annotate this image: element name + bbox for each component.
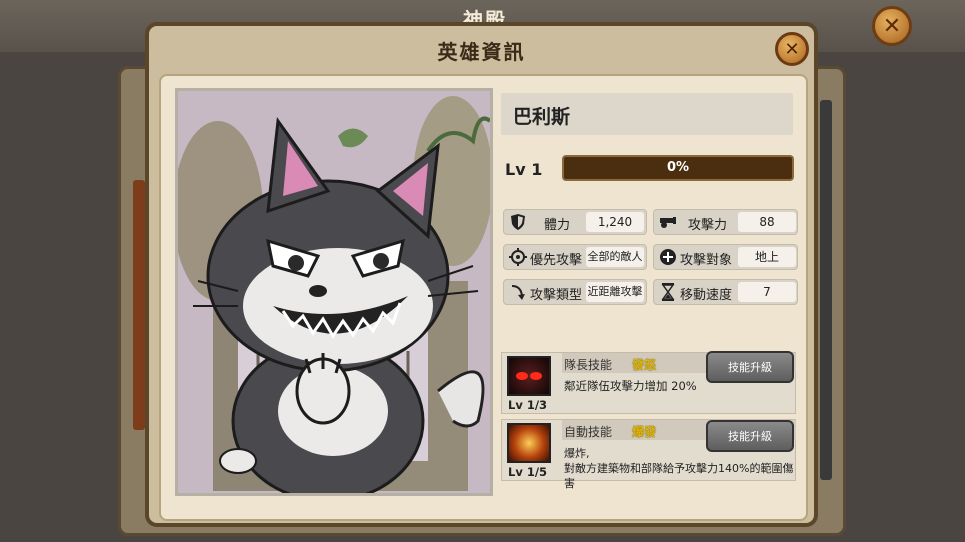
skill-level: Lv 1/3 [508, 398, 548, 412]
exp-progress-bar: 0% [562, 155, 794, 181]
skill-description: 爆炸, 對敵方建築物和部隊給予攻擊力140%的範圍傷害 [564, 447, 794, 490]
hero-level: Lv 1 [505, 160, 543, 179]
skill-name: 發怒 [632, 358, 657, 372]
hero-portrait-image [178, 91, 490, 493]
hero-portrait [175, 88, 493, 496]
skill-level: Lv 1/5 [508, 465, 548, 479]
dialog-title: 英雄資訊 [437, 40, 526, 64]
cannon-icon [658, 212, 678, 232]
hero-info-dialog: 英雄資訊 ✕ 巴利斯 Lv 1 0% 體力 1,240 攻擊力 88 優先攻擊 … [145, 22, 818, 527]
exp-progress-text: 0% [666, 160, 690, 175]
stat-priority-target: 優先攻擊 全部的敵人 [503, 244, 647, 270]
background-close-button[interactable]: ✕ [872, 6, 912, 46]
hero-name: 巴利斯 [513, 106, 571, 128]
stat-value: 全部的敵人 [586, 247, 644, 267]
skill-leader: 隊長技能 發怒 鄰近隊伍攻擊力增加 20% Lv 1/3 技能升級 [501, 351, 796, 414]
stat-value: 7 [738, 282, 796, 302]
dialog-content: 巴利斯 Lv 1 0% 體力 1,240 攻擊力 88 優先攻擊 全部的敵人 攻… [159, 74, 808, 521]
close-button[interactable]: ✕ [775, 32, 809, 66]
background-strip-left [133, 180, 145, 430]
arrow-curve-icon [508, 282, 528, 302]
target-icon [508, 247, 528, 267]
stat-value: 近距離攻擊 [586, 282, 644, 302]
skill-upgrade-button[interactable]: 技能升級 [706, 351, 794, 383]
stat-attack-target: 攻擊對象 地上 [653, 244, 798, 270]
skill-icon-rage [507, 356, 551, 396]
skill-icon-burst [507, 423, 551, 463]
skill-auto: 自動技能 爆發 爆炸, 對敵方建築物和部隊給予攻擊力140%的範圍傷害 Lv 1… [501, 419, 796, 490]
skill-type: 自動技能 [564, 425, 613, 439]
stat-value: 地上 [738, 247, 796, 267]
plus-circle-icon [658, 247, 678, 267]
stat-attack-type: 攻擊類型 近距離攻擊 [503, 279, 647, 305]
skill-name: 爆發 [632, 425, 657, 439]
shield-icon [508, 212, 528, 232]
close-icon: ✕ [784, 38, 800, 60]
skill-upgrade-button[interactable]: 技能升級 [706, 420, 794, 452]
stat-label: 移動速度 [680, 288, 733, 303]
stat-value: 88 [738, 212, 796, 232]
stat-label: 體力 [544, 218, 571, 233]
stat-move-speed: 移動速度 7 [653, 279, 798, 305]
stat-label: 攻擊類型 [530, 288, 583, 303]
stat-label: 攻擊力 [688, 218, 728, 233]
stat-attack: 攻擊力 88 [653, 209, 798, 235]
background-strip-right [820, 100, 832, 480]
skill-type: 隊長技能 [564, 358, 613, 372]
hero-name-box: 巴利斯 [501, 93, 793, 135]
stat-hp: 體力 1,240 [503, 209, 647, 235]
stat-label: 優先攻擊 [530, 253, 583, 268]
stat-label: 攻擊對象 [680, 253, 733, 268]
stat-value: 1,240 [586, 212, 644, 232]
hourglass-icon [658, 282, 678, 302]
